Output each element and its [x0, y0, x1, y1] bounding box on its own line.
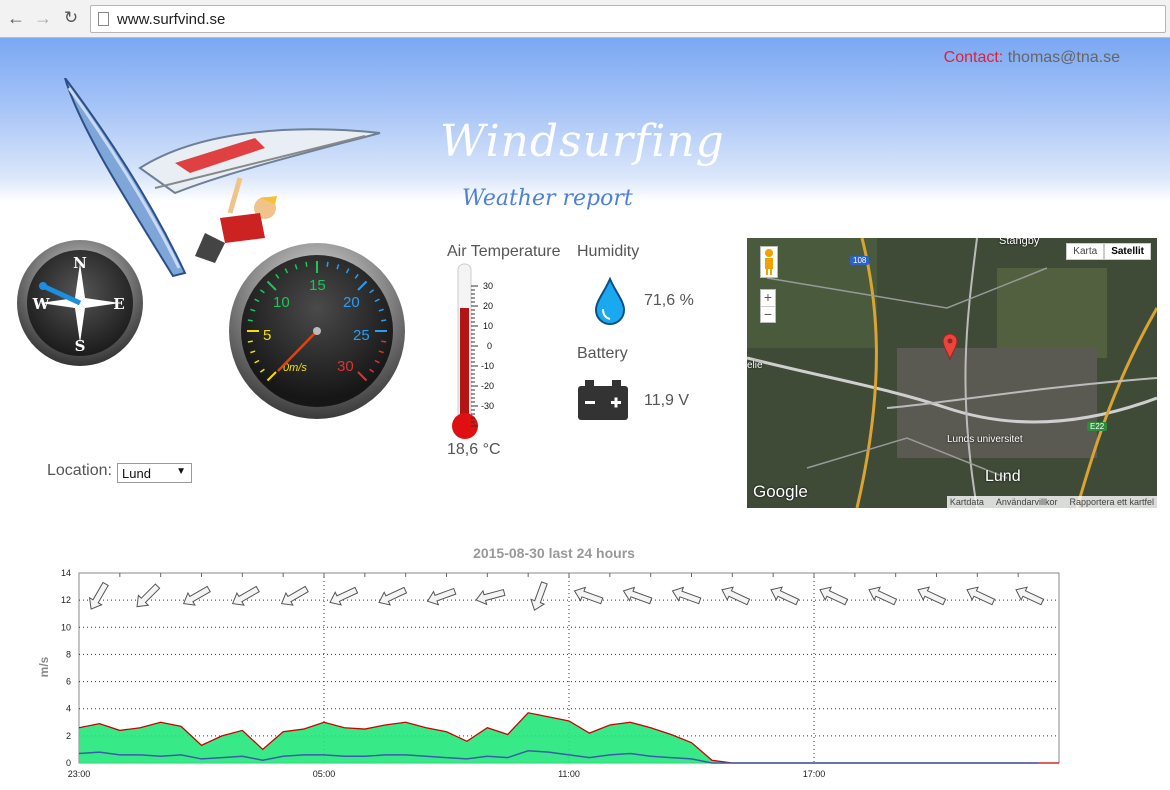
zoom-control: + −: [760, 289, 776, 323]
humidity-value: 71,6 %: [644, 292, 694, 309]
map-terms-link[interactable]: Användarvillkor: [996, 497, 1058, 507]
chart-title: 2015-08-30 last 24 hours: [473, 545, 635, 561]
air-temperature-label: Air Temperature: [447, 243, 561, 260]
route-e22-badge: E22: [1087, 422, 1108, 431]
map-label-elie: elie: [747, 360, 763, 371]
speed-tick: [381, 319, 387, 322]
map-label-university: Lunds universitet: [947, 434, 1023, 445]
y-tick-label: 10: [61, 622, 71, 632]
browser-toolbar: ← → ↻ www.surfvind.se: [0, 0, 1170, 38]
address-bar[interactable]: www.surfvind.se: [90, 5, 1166, 33]
url-text: www.surfvind.se: [117, 11, 226, 28]
speed-label-10: 10: [273, 294, 290, 311]
humidity-label: Humidity: [577, 243, 640, 260]
location-select[interactable]: Lund ▼: [117, 463, 192, 483]
temp-scale-10: 10: [483, 321, 493, 331]
speed-tick: [247, 340, 253, 343]
battery-value: 11,9 V: [644, 392, 690, 409]
speed-tick: [326, 261, 329, 267]
temp-scale-20: 20: [483, 301, 493, 311]
thermometer: 30 20 10 0 -10 -20 -30: [452, 263, 494, 439]
map-label-stangby: Stångby: [999, 238, 1040, 247]
contact-label: Contact:: [943, 49, 1004, 66]
temp-scale-30: 30: [483, 281, 493, 291]
map-label-lund: Lund: [985, 468, 1021, 485]
location-map[interactable]: + − Karta Satellit Stångby 108 elie Lund…: [747, 238, 1157, 508]
compass-e: E: [113, 295, 124, 313]
map-report-link[interactable]: Rapportera ett kartfel: [1069, 497, 1154, 507]
location-label: Location:: [47, 462, 112, 479]
water-drop-icon: [594, 277, 626, 325]
speed-tick: [381, 340, 387, 343]
y-tick-label: 4: [66, 704, 71, 714]
map-type-satellite-button[interactable]: Satellit: [1104, 243, 1151, 260]
x-tick-label: 11:00: [558, 769, 580, 779]
chevron-down-icon: ▼: [176, 466, 186, 477]
temp-scale-neg10: -10: [481, 361, 494, 371]
speed-tick: [247, 319, 253, 322]
compass-s: S: [75, 337, 86, 355]
page-icon: [98, 12, 109, 26]
zoom-out-button[interactable]: −: [761, 306, 775, 322]
temperature-value: 18,6 °C: [447, 441, 501, 458]
chart-y-axis-label: m/s: [37, 656, 51, 677]
contact: Contact: thomas@tna.se: [944, 49, 1120, 67]
google-logo: Google: [753, 482, 808, 501]
battery-label: Battery: [577, 345, 628, 362]
y-tick-label: 8: [66, 649, 71, 659]
site-title: Windsurfing: [440, 116, 725, 167]
street-view-pegman-icon[interactable]: [760, 246, 778, 278]
y-tick-label: 12: [61, 595, 71, 605]
x-tick-label: 17:00: [803, 769, 826, 779]
reload-icon[interactable]: ↻: [61, 8, 81, 28]
temp-scale-neg30: -30: [481, 401, 494, 411]
wind-speedometer: 0m/s 5 10 15 20 25 30: [229, 243, 405, 419]
compass-n: N: [73, 254, 87, 272]
location-selected-value: Lund: [122, 466, 151, 481]
speed-label-30: 30: [337, 358, 354, 375]
map-footer: Kartdata Användarvillkor Rapportera ett …: [946, 496, 1157, 508]
wind-chart: m/s 0 2 4 6 8 10 12 14 23:00 05:00 11:00 17:00: [37, 568, 1060, 779]
map-terrain: [747, 238, 1157, 508]
y-tick-label: 0: [66, 758, 71, 768]
battery-icon: [578, 380, 628, 420]
x-tick-label: 23:00: [68, 769, 91, 779]
back-arrow-icon[interactable]: ←: [6, 8, 26, 28]
speed-label-15: 15: [309, 277, 326, 294]
compass-w: W: [32, 295, 51, 313]
route-108-badge: 108: [850, 256, 870, 265]
speed-tick: [305, 261, 308, 267]
y-tick-label: 6: [66, 677, 71, 687]
x-tick-label: 05:00: [313, 769, 336, 779]
y-tick-label: 14: [61, 568, 71, 578]
map-type-toggle: Karta Satellit: [1066, 243, 1151, 260]
map-data-link[interactable]: Kartdata: [950, 497, 984, 507]
speed-label-5: 5: [263, 327, 271, 344]
wind-direction-compass: N E S W: [17, 240, 143, 366]
zoom-in-button[interactable]: +: [761, 290, 775, 306]
temp-scale-0: 0: [487, 341, 492, 351]
site-subtitle: Weather report: [462, 186, 633, 211]
speed-label-20: 20: [343, 294, 360, 311]
speed-label-25: 25: [353, 327, 370, 344]
temp-scale-neg20: -20: [481, 381, 494, 391]
contact-email[interactable]: thomas@tna.se: [1008, 49, 1120, 66]
map-type-map-button[interactable]: Karta: [1066, 243, 1105, 260]
y-tick-label: 2: [66, 731, 71, 741]
forward-arrow-icon[interactable]: →: [33, 8, 53, 28]
